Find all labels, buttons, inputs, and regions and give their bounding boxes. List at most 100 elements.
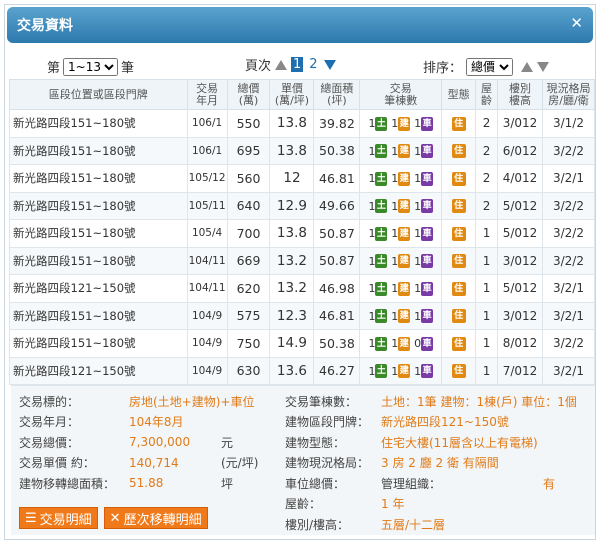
parking-icon: 車 bbox=[421, 116, 434, 131]
transfer-history-button[interactable]: ✕ 歷次移轉明細 bbox=[103, 507, 208, 529]
table-row[interactable]: 新光路四段151~180號 104/9 750 14.9 50.38 1土 1建 0車住 1… bbox=[9, 329, 596, 358]
cell-year-month: 106/1 bbox=[186, 136, 228, 165]
detail-value: 房地(土地+建物)+車位 bbox=[129, 394, 255, 409]
table-row[interactable]: 新光路四段151~180號 105/11 640 12.9 49.66 1土 1建 1車住… bbox=[9, 191, 596, 220]
cell-counts: 1土 1建 1車 bbox=[359, 219, 443, 248]
col-header[interactable]: 總面積 (坪) bbox=[313, 79, 361, 110]
detail-label: 車位總價： bbox=[285, 476, 346, 491]
cell-area: 50.87 bbox=[313, 219, 361, 248]
building-icon: 建 bbox=[398, 144, 411, 158]
cell-area: 46.81 bbox=[313, 164, 361, 193]
detail-panel: 交易標的： 房地(土地+建物)+車位 交易年月： 104年8月 交易總價： 7,300… bbox=[11, 385, 595, 535]
col-header[interactable]: 單價 (萬/坪) bbox=[269, 79, 315, 110]
col-header[interactable]: 交易 年月 bbox=[186, 79, 228, 110]
prev-page-icon[interactable] bbox=[275, 59, 288, 70]
cell-year-month: 104/9 bbox=[186, 329, 228, 358]
cell-age: 1 bbox=[475, 329, 499, 358]
land-icon: 土 bbox=[375, 226, 388, 241]
detail-label: 交易年月： bbox=[19, 415, 80, 430]
residential-icon: 住 bbox=[451, 254, 466, 268]
col-header[interactable]: 總價 (萬) bbox=[226, 79, 271, 110]
detail-left: 交易標的： 房地(土地+建物)+車位 交易年月： 104年8月 交易總價： 7,300… bbox=[19, 391, 289, 494]
residential-icon: 住 bbox=[451, 116, 466, 131]
detail-unit: 元 bbox=[221, 435, 234, 450]
cell-address: 新光路四段151~180號 bbox=[9, 191, 188, 220]
parking-icon: 車 bbox=[421, 309, 434, 323]
cell-type: 住 bbox=[441, 164, 477, 193]
building-count: 1 bbox=[391, 364, 399, 378]
record-range-select[interactable]: 1~13 bbox=[63, 57, 119, 76]
table-row[interactable]: 新光路四段121~150號 104/11 620 13.2 46.98 1土 1建 1車住… bbox=[9, 274, 596, 303]
building-icon: 建 bbox=[398, 199, 411, 213]
detail-row: 建物現況格局： 3 房 2 廳 2 衛 有隔間 bbox=[285, 453, 591, 474]
cell-layout: 3/2/2 bbox=[541, 136, 596, 165]
transfer-history-label: 歷次移轉明細 bbox=[123, 512, 202, 528]
detail-value: 3 房 2 廳 2 衛 有隔間 bbox=[381, 456, 499, 471]
col-header[interactable]: 型態 bbox=[441, 79, 477, 110]
land-icon: 土 bbox=[375, 116, 388, 131]
col-header[interactable]: 交易 筆棟數 bbox=[359, 79, 443, 110]
cell-unit-price: 12 bbox=[269, 164, 315, 193]
residential-icon: 住 bbox=[451, 199, 466, 213]
parking-count: 0 bbox=[414, 337, 422, 350]
transaction-window: 交易資料 ✕ 第 1~13 筆 頁次 1 2 排序： 總價 區段位置或區段門牌 bbox=[4, 4, 596, 540]
cell-counts: 1土 1建 1車 bbox=[359, 274, 443, 303]
table-row[interactable]: 新光路四段151~180號 105/12 560 12 46.81 1土 1建 1車住 2 4… bbox=[9, 164, 596, 193]
cell-total-price: 630 bbox=[226, 356, 271, 385]
management-value: 有 bbox=[543, 476, 556, 491]
detail-buttons: ☰ 交易明細 ✕ 歷次移轉明細 bbox=[19, 507, 208, 529]
cell-layout: 3/2/1 bbox=[541, 274, 596, 303]
transaction-detail-button[interactable]: ☰ 交易明細 bbox=[19, 507, 98, 529]
building-icon: 建 bbox=[398, 254, 411, 268]
building-count: 1 bbox=[391, 282, 399, 295]
cell-unit-price: 13.2 bbox=[269, 274, 315, 303]
table-row[interactable]: 新光路四段121~150號 104/9 630 13.6 46.27 1土 1建 1車住 1… bbox=[9, 356, 596, 385]
land-count: 1 bbox=[368, 199, 376, 213]
detail-value: 五層/十二層 bbox=[381, 517, 446, 532]
parking-icon: 車 bbox=[421, 336, 434, 351]
sort-select[interactable]: 總價 bbox=[466, 57, 514, 76]
toolbar: 第 1~13 筆 頁次 1 2 排序： 總價 bbox=[5, 45, 595, 79]
page-label: 頁次 bbox=[245, 59, 272, 74]
detail-value: 1 年 bbox=[381, 497, 405, 512]
table-row[interactable]: 新光路四段151~180號 106/1 695 13.8 50.38 1土 1建 1車住 2… bbox=[9, 136, 596, 165]
cell-address: 新光路四段121~150號 bbox=[9, 274, 188, 303]
col-header[interactable]: 現況格局 房/廳/衛 bbox=[541, 79, 596, 110]
parking-icon: 車 bbox=[421, 254, 434, 268]
col-header[interactable]: 區段位置或區段門牌 bbox=[9, 79, 188, 110]
table-row[interactable]: 新光路四段151~180號 105/4 700 13.8 50.87 1土 1建 1車住 1… bbox=[9, 219, 596, 248]
cell-counts: 1土 1建 1車 bbox=[359, 356, 443, 385]
sort-desc-icon[interactable] bbox=[537, 61, 550, 72]
detail-row: 交易筆棟數： 土地：1筆 建物：1棟(戶) 車位：1個 bbox=[285, 391, 591, 412]
table-row[interactable]: 新光路四段151~180號 106/1 550 13.8 39.82 1土 1建 1車住 2… bbox=[9, 109, 596, 138]
page-1[interactable]: 1 bbox=[291, 57, 304, 72]
land-icon: 土 bbox=[375, 336, 388, 351]
parking-count: 1 bbox=[414, 117, 422, 130]
detail-row: 交易單價 約： 140,714 (元/坪) bbox=[19, 453, 289, 474]
detail-label: 建物型態： bbox=[285, 435, 346, 450]
cell-year-month: 104/9 bbox=[186, 301, 228, 330]
detail-label: 屋齡： bbox=[285, 497, 322, 512]
next-page-icon[interactable] bbox=[323, 59, 336, 70]
land-count: 1 bbox=[368, 337, 376, 350]
land-icon: 土 bbox=[375, 254, 388, 268]
cell-layout: 3/2/1 bbox=[541, 301, 596, 330]
transaction-detail-label: 交易明細 bbox=[39, 512, 92, 528]
management-label: 管理組織： bbox=[381, 476, 442, 491]
residential-icon: 住 bbox=[451, 171, 466, 186]
table-row[interactable]: 新光路四段151~180號 104/11 669 13.2 50.87 1土 1建 1車住… bbox=[9, 246, 596, 275]
cell-layout: 3/2/2 bbox=[541, 329, 596, 358]
building-icon: 建 bbox=[398, 116, 411, 131]
page-2[interactable]: 2 bbox=[307, 57, 319, 72]
detail-value: 51.88 bbox=[129, 476, 164, 491]
col-header[interactable]: 樓別 樓高 bbox=[497, 79, 543, 110]
land-count: 1 bbox=[368, 254, 376, 268]
close-icon[interactable]: ✕ bbox=[570, 14, 583, 32]
table-row[interactable]: 新光路四段151~180號 104/9 575 12.3 46.81 1土 1建 1車住 1… bbox=[9, 301, 596, 330]
sort-asc-icon[interactable] bbox=[521, 61, 534, 72]
cell-floor: 6/012 bbox=[497, 136, 543, 165]
col-header[interactable]: 屋 齡 bbox=[475, 79, 499, 110]
land-count: 1 bbox=[368, 364, 376, 378]
residential-icon: 住 bbox=[451, 144, 466, 158]
detail-label: 樓別/樓高： bbox=[285, 517, 350, 532]
